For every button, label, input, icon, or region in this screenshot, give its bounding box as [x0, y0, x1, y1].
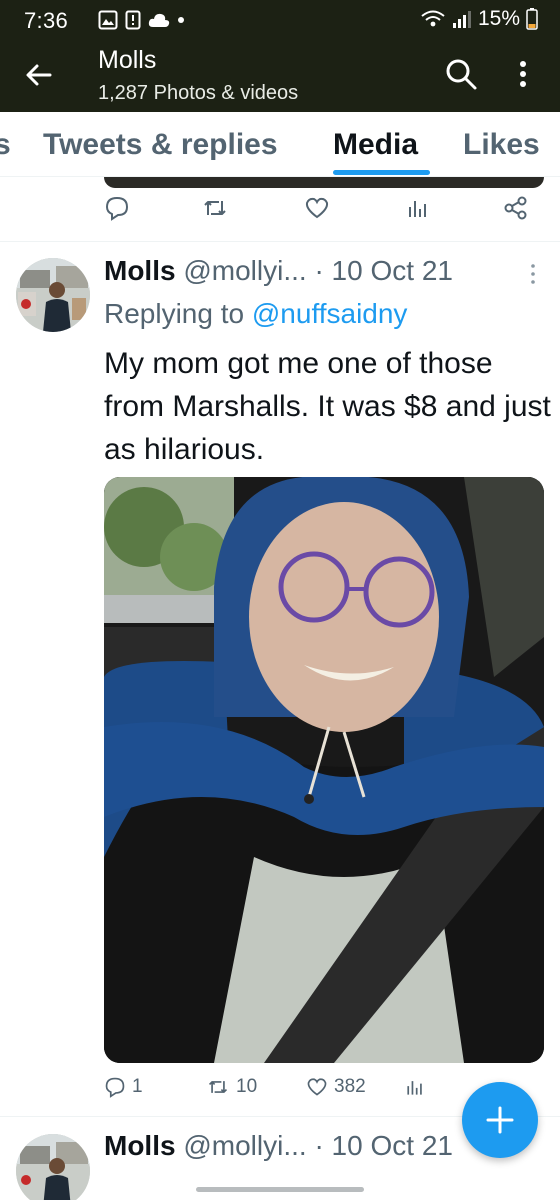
like-icon[interactable] [304, 195, 330, 221]
tweet-photo[interactable] [104, 477, 544, 1063]
avatar-image [16, 1134, 90, 1200]
compose-button[interactable] [462, 1082, 538, 1158]
tab-tweets-replies[interactable]: Tweets & replies [43, 128, 278, 162]
share-icon[interactable] [503, 195, 529, 221]
avatar[interactable] [16, 258, 90, 332]
wifi-icon [421, 10, 445, 27]
reply-count: 1 [132, 1076, 143, 1097]
tweet-author-name[interactable]: Molls [104, 1130, 176, 1161]
search-icon[interactable] [443, 56, 479, 92]
system-status: 15% [420, 7, 538, 31]
back-arrow-icon[interactable] [22, 58, 56, 92]
tweet-author-name[interactable]: Molls [104, 255, 176, 286]
tab-likes[interactable]: Likes [463, 128, 540, 162]
analytics-icon[interactable] [405, 195, 431, 221]
tweet-text: My mom got me one of those from Marshall… [104, 347, 551, 466]
analytics-action[interactable] [404, 1076, 426, 1098]
tweet-date[interactable]: · 10 Oct 21 [314, 1130, 453, 1161]
like-icon[interactable] [306, 1076, 328, 1098]
battery-icon [526, 8, 538, 30]
retweet-count: 10 [236, 1076, 258, 1097]
reply-icon[interactable] [104, 1076, 126, 1098]
more-vertical-icon[interactable] [508, 56, 538, 92]
replying-to-link[interactable]: @nuffsaidny [252, 298, 408, 329]
tab-media[interactable]: Media [333, 128, 418, 162]
selfie-image [104, 477, 544, 1063]
cloud-icon [148, 13, 170, 27]
media-count: 1,287 Photos & videos [98, 82, 299, 104]
analytics-icon[interactable] [404, 1076, 426, 1098]
status-time: 7:36 [24, 8, 69, 33]
tab-partial[interactable]: s [0, 128, 11, 162]
avatar[interactable] [16, 1134, 90, 1200]
retweet-icon[interactable] [202, 195, 228, 221]
retweet-icon[interactable] [206, 1076, 230, 1098]
compose-plus-icon[interactable] [462, 1082, 538, 1158]
alert-icon [125, 10, 141, 30]
like-count: 382 [334, 1076, 366, 1097]
page-title: Molls [98, 46, 157, 74]
home-indicator[interactable] [196, 1187, 364, 1192]
notification-icons [98, 10, 185, 30]
avatar-image [16, 258, 90, 332]
retweet-action[interactable]: 10 [206, 1076, 257, 1098]
previous-tweet-media[interactable] [104, 177, 544, 188]
profile-tabs: s Tweets & replies Media Likes [0, 112, 560, 177]
like-action[interactable]: 382 [306, 1076, 366, 1098]
signal-icon [452, 11, 471, 28]
tweet-more-icon[interactable] [526, 262, 540, 286]
active-tab-indicator [333, 170, 430, 175]
previous-tweet-actions [0, 195, 560, 235]
gallery-icon [98, 10, 118, 30]
replying-to: Replying to @nuffsaidny [104, 298, 407, 330]
battery-percent: 15% [477, 7, 520, 30]
status-bar: 7:36 15% [0, 0, 560, 40]
tweet-author-handle[interactable]: @mollyi... [183, 255, 306, 286]
dot-icon [178, 17, 184, 23]
next-tweet-header: Molls @mollyi... · 10 Oct 21 [104, 1130, 453, 1162]
tweet-date[interactable]: · 10 Oct 21 [314, 255, 453, 286]
tweet-divider [0, 241, 560, 242]
tweet-header: Molls @mollyi... · 10 Oct 21 [104, 255, 453, 287]
reply-action[interactable]: 1 [104, 1076, 143, 1098]
tweet-author-handle[interactable]: @mollyi... [183, 1130, 306, 1161]
replying-to-label: Replying to [104, 298, 245, 329]
reply-icon[interactable] [104, 195, 130, 221]
profile-header: Molls 1,287 Photos & videos [0, 40, 560, 112]
